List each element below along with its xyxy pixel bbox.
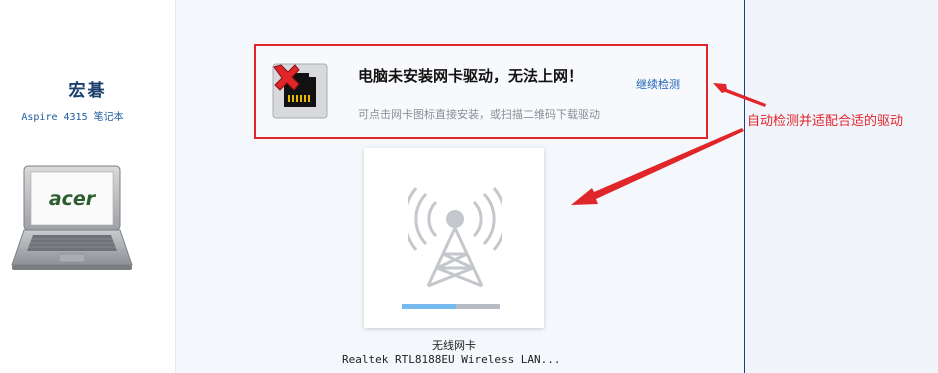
device-model: Realtek RTL8188EU Wireless LAN... xyxy=(342,353,561,366)
annotation-label: 自动检测并适配合适的驱动 xyxy=(747,114,904,129)
redetect-link[interactable]: 继续检测 xyxy=(636,76,680,92)
alert-hint: 可点击网卡图标直接安装，或扫描二维码下载驱动 xyxy=(358,108,600,121)
laptop-logo: acer xyxy=(49,188,97,210)
wireless-card-tile[interactable] xyxy=(364,148,544,328)
laptop-icon: acer xyxy=(11,165,133,270)
install-progress-fill xyxy=(402,304,456,309)
wireless-tower-icon xyxy=(408,187,502,288)
install-progress-bar xyxy=(402,304,500,309)
device-sidebar: 宏碁 Aspire 4315 笔记本 acer xyxy=(0,0,176,373)
device-name: 无线网卡 xyxy=(432,339,476,352)
network-card-error-icon[interactable] xyxy=(272,63,328,119)
alert-title: 电脑未安装网卡驱动，无法上网！ xyxy=(358,67,584,85)
laptop-model: Aspire 4315 笔记本 xyxy=(21,112,124,123)
right-panel xyxy=(745,0,938,373)
driver-alert: 电脑未安装网卡驱动，无法上网！ 继续检测 可点击网卡图标直接安装，或扫描二维码下… xyxy=(254,44,708,139)
brand-name: 宏碁 xyxy=(68,81,107,101)
